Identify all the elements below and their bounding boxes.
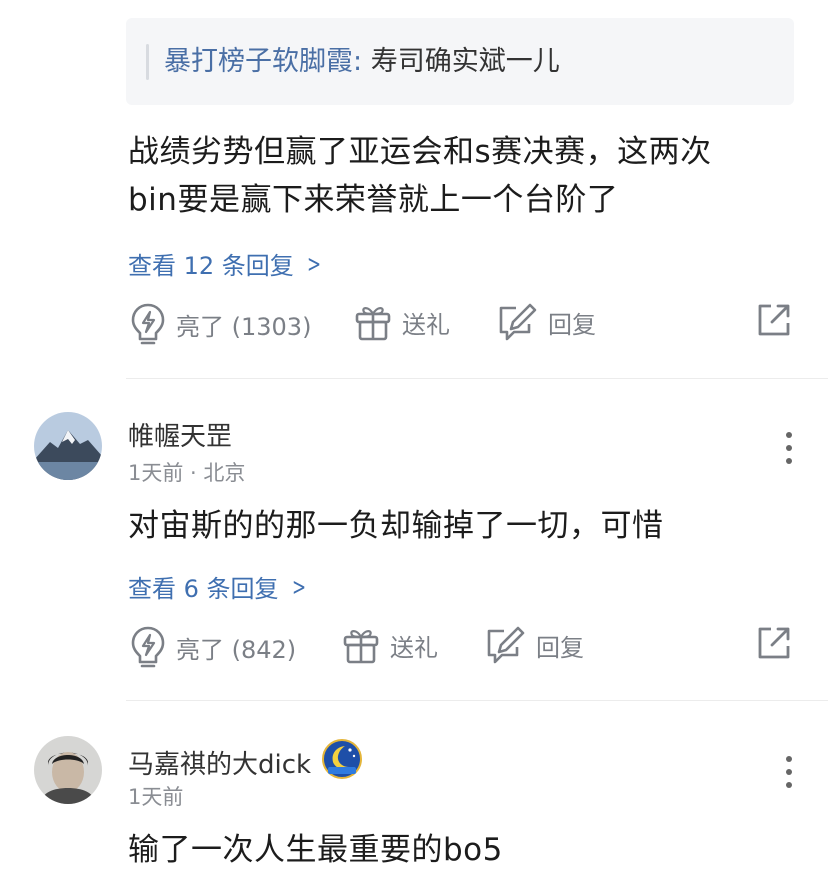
comment-body-line: 输了一次人生最重要的bo5: [128, 832, 503, 868]
avatar[interactable]: [34, 736, 102, 804]
quote-bar: [146, 44, 149, 80]
share-button[interactable]: [756, 625, 792, 661]
comment-body: 输了一次人生最重要的bo5: [128, 826, 778, 874]
view-replies-label: 查看 12 条回复: [128, 252, 294, 280]
comment-body: 对宙斯的的那一负却输掉了一切，可惜: [128, 502, 778, 550]
username[interactable]: 帷幄天罡: [128, 416, 232, 453]
like-button[interactable]: 亮了 (842): [130, 625, 296, 669]
edit-icon: [499, 303, 537, 341]
username[interactable]: 马嘉祺的大dick: [128, 738, 363, 787]
reply-label: 回复: [548, 310, 596, 339]
share-icon: [758, 627, 790, 659]
action-bar: 亮了 (1303) 送礼 回复: [0, 302, 828, 352]
divider: [126, 378, 828, 379]
share-icon: [758, 304, 790, 336]
gift-icon: [355, 307, 391, 341]
gift-icon: [343, 630, 379, 664]
reply-label: 回复: [536, 633, 584, 662]
like-count-label: 亮了 (842): [176, 635, 297, 664]
chevron-right-icon: >: [291, 572, 306, 601]
reply-button[interactable]: 回复: [484, 625, 584, 665]
comment-body-line: 对宙斯的的那一负却输掉了一切，可惜: [128, 508, 664, 544]
quote-author[interactable]: 暴打榜子软脚霞:: [164, 46, 362, 77]
username-label: 帷幄天罡: [128, 422, 233, 452]
comment-body-line: 战绩劣势但赢了亚运会和s赛决赛，这两次: [128, 134, 712, 170]
edit-icon: [487, 626, 525, 664]
comment-body: 战绩劣势但赢了亚运会和s赛决赛，这两次 bin要是赢下来荣誉就上一个台阶了: [128, 128, 778, 224]
gift-label: 送礼: [390, 633, 438, 662]
reply-button[interactable]: 回复: [496, 302, 596, 342]
share-button[interactable]: [756, 302, 792, 338]
action-bar: 亮了 (842) 送礼 回复: [0, 625, 828, 675]
quote-content: 寿司确实斌一儿: [362, 46, 560, 77]
lightbulb-icon: [131, 626, 165, 668]
more-options-button[interactable]: [776, 428, 802, 468]
user-badge: [321, 738, 363, 787]
gift-button[interactable]: 送礼: [342, 625, 438, 665]
like-button[interactable]: 亮了 (1303): [130, 302, 311, 346]
comment-meta: 1天前: [128, 785, 184, 809]
comment-meta: 1天前 · 北京: [128, 461, 246, 485]
comment-body-line: bin要是赢下来荣誉就上一个台阶了: [128, 182, 619, 218]
lightbulb-icon: [131, 303, 165, 345]
more-options-button[interactable]: [776, 752, 802, 792]
quote-text: 暴打榜子软脚霞: 寿司确实斌一儿: [164, 42, 560, 82]
view-replies-link[interactable]: 查看 12 条回复 >: [128, 246, 324, 281]
view-replies-link[interactable]: 查看 6 条回复 >: [128, 569, 309, 604]
divider: [126, 700, 828, 701]
gift-label: 送礼: [402, 310, 450, 339]
view-replies-label: 查看 6 条回复: [128, 575, 279, 603]
username-label: 马嘉祺的大dick: [128, 750, 312, 780]
avatar[interactable]: [34, 412, 102, 480]
quoted-reply[interactable]: 暴打榜子软脚霞: 寿司确实斌一儿: [126, 18, 794, 105]
like-count-label: 亮了 (1303): [176, 312, 312, 341]
gift-button[interactable]: 送礼: [354, 302, 450, 342]
chevron-right-icon: >: [306, 249, 321, 278]
